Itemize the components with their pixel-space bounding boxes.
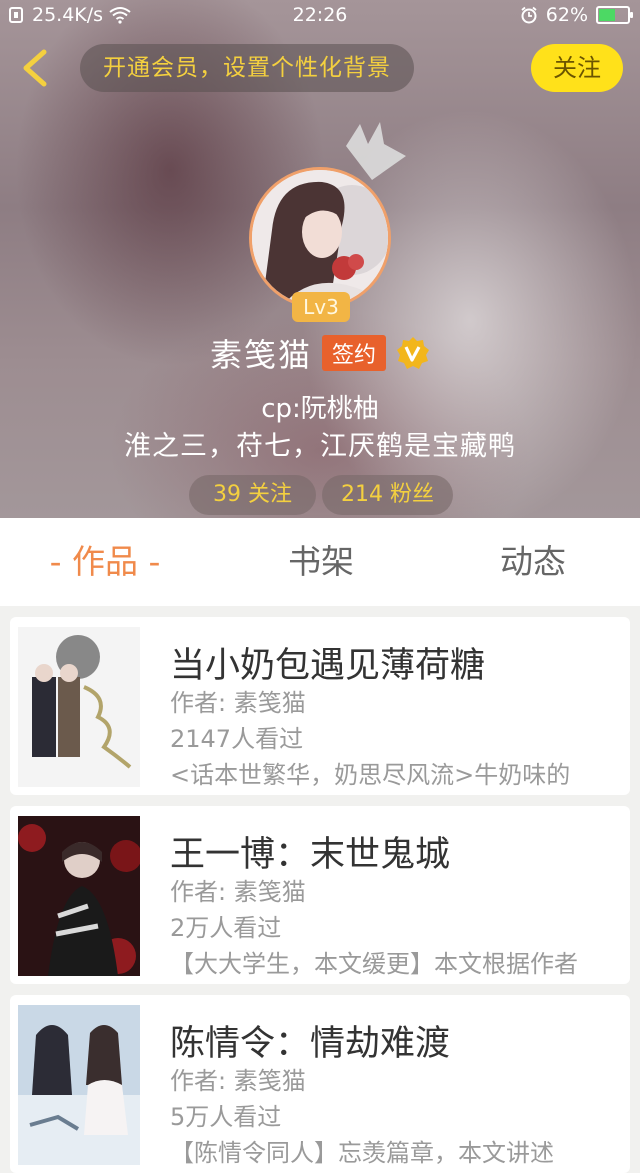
username: 素笺猫 bbox=[209, 336, 312, 374]
profile-header: 25.4K/s 22:26 62% 开通会员，设置个性化背景 关注 Lv3 素笺… bbox=[0, 0, 640, 518]
book-title: 当小奶包遇见薄荷糖 bbox=[170, 646, 486, 686]
battery-percent: 62% bbox=[545, 4, 588, 26]
book-cover bbox=[18, 627, 140, 787]
book-author: 作者: 素笺猫 bbox=[170, 689, 306, 717]
avatar[interactable] bbox=[249, 167, 391, 309]
book-views: 2万人看过 bbox=[170, 914, 282, 942]
signed-badge: 签约 bbox=[322, 335, 387, 371]
tab-activity[interactable]: 动态 bbox=[448, 518, 618, 606]
cp-line: cp:阮桃柚 bbox=[261, 394, 379, 424]
book-author: 作者: 素笺猫 bbox=[170, 878, 306, 906]
book-title: 陈情令：情劫难渡 bbox=[170, 1024, 451, 1064]
fans-count[interactable]: 214 粉丝 bbox=[322, 475, 453, 515]
name-row: 素笺猫 签约 bbox=[0, 330, 640, 376]
tab-bookshelf[interactable]: 书架 bbox=[236, 518, 406, 606]
bio: 淮之三，苻七，江厌鹤是宝藏鸭 bbox=[124, 431, 516, 462]
follow-button[interactable]: 关注 bbox=[531, 44, 623, 92]
chevron-left-icon bbox=[23, 49, 47, 87]
battery-fill bbox=[599, 9, 615, 21]
level-badge: Lv3 bbox=[292, 292, 350, 322]
vip-background-promo[interactable]: 开通会员，设置个性化背景 bbox=[80, 44, 414, 92]
book-item[interactable]: 王一博：末世鬼城 作者: 素笺猫 2万人看过 【大大学生，本文缓更】本文根据作者 bbox=[10, 806, 630, 984]
book-title: 王一博：末世鬼城 bbox=[170, 835, 451, 875]
book-description: 【大大学生，本文缓更】本文根据作者 bbox=[170, 950, 578, 978]
battery-icon bbox=[596, 6, 633, 24]
book-views: 5万人看过 bbox=[170, 1103, 282, 1131]
book-cover bbox=[18, 1005, 140, 1165]
book-author: 作者: 素笺猫 bbox=[170, 1067, 306, 1095]
crown-icon bbox=[346, 122, 406, 180]
book-description: <话本世繁华，奶思尽风流>牛奶味的 bbox=[170, 761, 571, 789]
book-item[interactable]: 当小奶包遇见薄荷糖 作者: 素笺猫 2147人看过 <话本世繁华，奶思尽风流>牛… bbox=[10, 617, 630, 795]
book-cover bbox=[18, 816, 140, 976]
book-views: 2147人看过 bbox=[170, 725, 304, 753]
book-item[interactable]: 陈情令：情劫难渡 作者: 素笺猫 5万人看过 【陈情令同人】忘羡篇章，本文讲述 bbox=[10, 995, 630, 1173]
following-count[interactable]: 39 关注 bbox=[189, 475, 316, 515]
back-button[interactable] bbox=[14, 44, 58, 92]
book-description: 【陈情令同人】忘羡篇章，本文讲述 bbox=[170, 1139, 554, 1167]
avatar-image bbox=[252, 170, 388, 306]
tab-bar: - 作品 - 书架 动态 bbox=[0, 518, 640, 606]
tab-works[interactable]: - 作品 - bbox=[20, 518, 190, 606]
status-right: 62% bbox=[520, 4, 633, 26]
alarm-icon bbox=[521, 6, 537, 24]
v-badge-icon bbox=[397, 337, 430, 369]
status-bar: 25.4K/s 22:26 62% bbox=[0, 0, 640, 32]
